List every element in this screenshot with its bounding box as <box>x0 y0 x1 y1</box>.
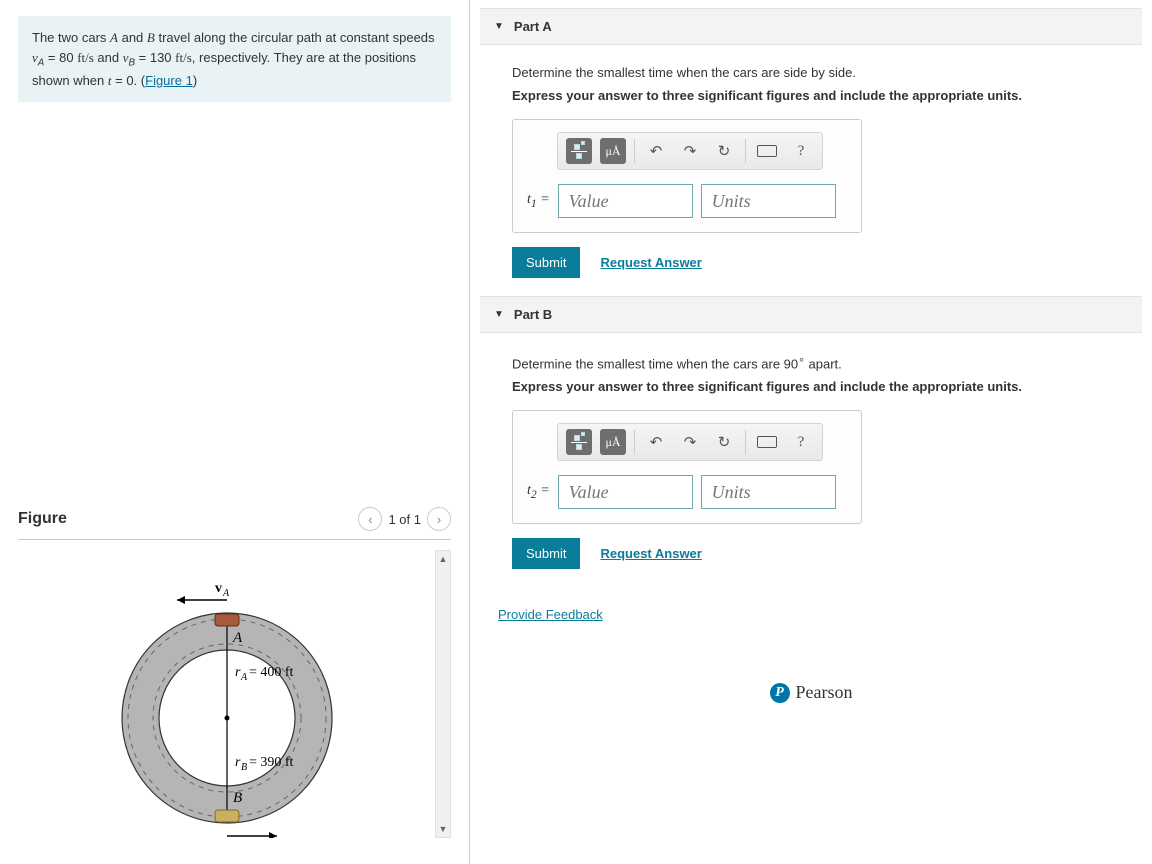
scroll-down-icon[interactable]: ▼ <box>436 821 450 837</box>
var-B: B <box>147 30 155 45</box>
footer: P Pearson <box>480 622 1142 713</box>
scroll-up-icon[interactable]: ▲ <box>436 551 450 567</box>
svg-text:= 400 ft: = 400 ft <box>249 665 294 680</box>
reset-button[interactable]: ↻ <box>711 138 737 164</box>
part-a-title: Part A <box>514 19 552 34</box>
svg-text:B: B <box>241 762 247 773</box>
part-b-answer-box: μÅ ↶ ↷ ↻ ? t2 = <box>512 410 862 524</box>
part-a-instruction: Express your answer to three significant… <box>512 88 1110 103</box>
part-b-prompt: Determine the smallest time when the car… <box>512 353 1110 371</box>
problem-statement: The two cars A and B travel along the ci… <box>18 16 451 102</box>
equation-toolbar: μÅ ↶ ↷ ↻ ? <box>557 132 823 170</box>
keyboard-button[interactable] <box>754 429 780 455</box>
part-b-header[interactable]: ▼ Part B <box>480 296 1142 333</box>
brand-name: Pearson <box>796 682 853 703</box>
figure-nav: ‹ 1 of 1 › <box>358 507 451 531</box>
help-button[interactable]: ? <box>788 138 814 164</box>
keyboard-icon <box>757 145 777 157</box>
templates-button[interactable] <box>566 429 592 455</box>
redo-button[interactable]: ↷ <box>677 429 703 455</box>
svg-text:A: A <box>232 630 243 646</box>
help-button[interactable]: ? <box>788 429 814 455</box>
svg-text:v: v <box>215 581 222 596</box>
caret-down-icon: ▼ <box>494 21 504 32</box>
units-button[interactable]: μÅ <box>600 429 626 455</box>
figure-page-indicator: 1 of 1 <box>388 512 421 527</box>
part-a-var-label: t1 = <box>527 192 550 210</box>
part-a-units-input[interactable] <box>701 184 836 218</box>
svg-text:A: A <box>222 588 230 599</box>
text: and <box>118 30 147 45</box>
redo-button[interactable]: ↷ <box>677 138 703 164</box>
figure-scrollbar[interactable]: ▲ ▼ <box>435 550 451 838</box>
text: The two cars <box>32 30 110 45</box>
part-a-value-input[interactable] <box>558 184 693 218</box>
undo-button[interactable]: ↶ <box>643 138 669 164</box>
keyboard-icon <box>757 436 777 448</box>
part-a-header[interactable]: ▼ Part A <box>480 8 1142 45</box>
part-b-instruction: Express your answer to three significant… <box>512 379 1110 394</box>
figure-prev-button[interactable]: ‹ <box>358 507 382 531</box>
part-b-value-input[interactable] <box>558 475 693 509</box>
equation-toolbar: μÅ ↶ ↷ ↻ ? <box>557 423 823 461</box>
templates-button[interactable] <box>566 138 592 164</box>
part-a-request-answer[interactable]: Request Answer <box>600 255 701 270</box>
figure-next-button[interactable]: › <box>427 507 451 531</box>
part-a-submit-button[interactable]: Submit <box>512 247 580 278</box>
var-A: A <box>110 30 118 45</box>
provide-feedback-link[interactable]: Provide Feedback <box>498 607 603 622</box>
part-b-request-answer[interactable]: Request Answer <box>600 546 701 561</box>
part-a-answer-box: μÅ ↶ ↷ ↻ ? t1 = <box>512 119 862 233</box>
svg-text:B: B <box>233 790 242 806</box>
text: travel along the circular path at consta… <box>155 30 435 45</box>
svg-text:= 390 ft: = 390 ft <box>249 755 294 770</box>
part-b-units-input[interactable] <box>701 475 836 509</box>
figure-section: Figure ‹ 1 of 1 › <box>18 187 451 848</box>
text: ) <box>193 73 197 88</box>
reset-button[interactable]: ↻ <box>711 429 737 455</box>
text: = 130 <box>135 50 175 65</box>
left-panel: The two cars A and B travel along the ci… <box>0 0 470 864</box>
text: = 0. ( <box>112 73 146 88</box>
part-b: ▼ Part B Determine the smallest time whe… <box>480 296 1142 579</box>
unit: ft/s <box>77 50 94 65</box>
right-panel: ▼ Part A Determine the smallest time whe… <box>470 0 1152 864</box>
svg-text:A: A <box>240 672 248 683</box>
part-a-prompt: Determine the smallest time when the car… <box>512 65 1110 80</box>
caret-down-icon: ▼ <box>494 309 504 320</box>
text: and <box>94 50 123 65</box>
unit: ft/s <box>175 50 192 65</box>
templates-icon <box>571 144 587 159</box>
units-button[interactable]: μÅ <box>600 138 626 164</box>
part-b-var-label: t2 = <box>527 483 550 501</box>
figure-link[interactable]: Figure 1 <box>145 73 193 88</box>
part-a: ▼ Part A Determine the smallest time whe… <box>480 8 1142 288</box>
undo-button[interactable]: ↶ <box>643 429 669 455</box>
text: = 80 <box>44 50 77 65</box>
part-b-title: Part B <box>514 307 552 322</box>
pearson-logo-icon: P <box>770 683 790 703</box>
figure-title: Figure <box>18 510 67 528</box>
templates-icon <box>571 435 587 450</box>
part-b-submit-button[interactable]: Submit <box>512 538 580 569</box>
figure-image: v A A r A = 400 ft r B = 390 ft B v B <box>18 550 435 838</box>
keyboard-button[interactable] <box>754 138 780 164</box>
